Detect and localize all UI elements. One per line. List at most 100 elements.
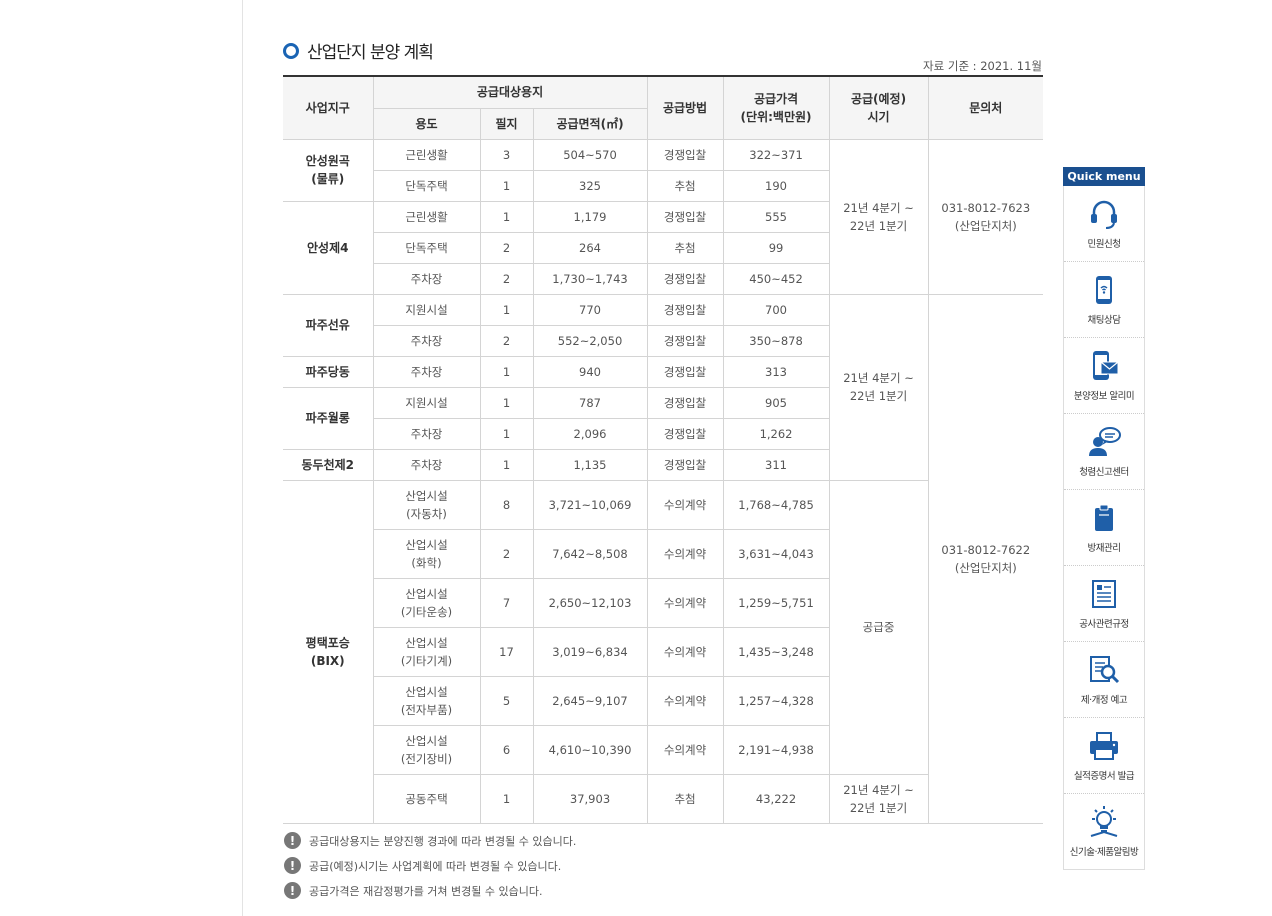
header-use: 용도 — [373, 107, 481, 140]
quick-item-chat[interactable]: 채팅상담 — [1064, 262, 1144, 338]
price-cell: 450~452 — [722, 262, 830, 295]
area-cell: 4,610~10,390 — [532, 724, 648, 775]
area-cell: 770 — [532, 293, 648, 326]
lots-cell: 1 — [479, 773, 534, 824]
area-cell: 504~570 — [532, 138, 648, 171]
lots-cell: 1 — [479, 200, 534, 233]
method-cell: 수의계약 — [646, 479, 724, 530]
lightbulb-icon — [1090, 806, 1118, 837]
price-cell: 43,222 — [722, 773, 830, 824]
method-cell: 경쟁입찰 — [646, 200, 724, 233]
quick-item-complaint[interactable]: 민원신청 — [1064, 186, 1144, 262]
method-cell: 수의계약 — [646, 626, 724, 677]
clipboard-icon — [1095, 504, 1113, 531]
use-cell: 산업시설 (전자부품) — [373, 675, 481, 726]
district-cell: 파주선유 — [283, 293, 374, 357]
circle-bullet-icon — [283, 42, 299, 59]
quick-item-label: 공사관련규정 — [1079, 619, 1129, 630]
period-cell: 21년 4분기 ~22년 1분기 — [828, 773, 929, 824]
lots-cell: 1 — [479, 386, 534, 419]
lots-cell: 8 — [479, 479, 534, 530]
header-target: 공급대상용지 — [372, 75, 648, 109]
method-cell: 수의계약 — [646, 528, 724, 579]
use-cell: 주차장 — [372, 448, 481, 481]
supply-plan-table: 사업지구 공급대상용지 공급방법 공급가격 (단위:백만원) 공급(예정) 시기 문… — [283, 75, 1044, 824]
quick-item-disaster[interactable]: 방재관리 — [1064, 490, 1144, 566]
method-cell: 경쟁입찰 — [646, 262, 724, 295]
method-cell: 경쟁입찰 — [646, 386, 724, 419]
area-cell: 7,642~8,508 — [532, 528, 648, 579]
header-price: 공급가격 (단위:백만원) — [722, 75, 830, 140]
use-cell: 주차장 — [372, 355, 481, 388]
method-cell: 경쟁입찰 — [646, 355, 724, 388]
quick-item-label: 제·개정 예고 — [1080, 695, 1128, 706]
use-cell: 지원시설 — [372, 293, 481, 326]
period-cell: 공급중 — [828, 479, 929, 775]
reference-date: 자료 기준 : 2021. 11월 — [923, 59, 1042, 73]
quick-item-label: 민원신청 — [1087, 239, 1121, 250]
use-cell: 근린생활 — [372, 138, 481, 171]
use-cell: 산업시설 (화학) — [373, 528, 481, 579]
lots-cell: 17 — [479, 626, 534, 677]
period-cell: 21년 4분기 ~22년 1분기 — [828, 293, 929, 481]
quick-item-label: 신기술·제품알림방 — [1069, 847, 1139, 858]
header-contact: 문의처 — [927, 75, 1044, 140]
lots-cell: 1 — [479, 448, 534, 481]
price-cell: 1,257~4,328 — [722, 675, 830, 726]
header-district: 사업지구 — [283, 75, 374, 140]
area-cell: 264 — [532, 231, 648, 264]
note-text: 공급(예정)시기는 사업계획에 따라 변경될 수 있습니다. — [309, 859, 562, 873]
use-cell: 지원시설 — [372, 386, 481, 419]
method-cell: 경쟁입찰 — [646, 417, 724, 450]
method-cell: 경쟁입찰 — [646, 324, 724, 357]
lots-cell: 2 — [479, 262, 534, 295]
district-cell: 파주당동 — [283, 355, 374, 388]
quick-item-integrity[interactable]: 청렴신고센터 — [1064, 414, 1144, 490]
note-item: ! 공급가격은 재감정평가를 거쳐 변경될 수 있습니다. — [284, 878, 576, 903]
mobile-mail-icon — [1093, 351, 1119, 380]
area-cell: 1,730~1,743 — [532, 262, 648, 295]
method-cell: 추첨 — [646, 169, 724, 202]
method-cell: 추첨 — [646, 231, 724, 264]
note-text: 공급가격은 재감정평가를 거쳐 변경될 수 있습니다. — [309, 884, 543, 898]
use-cell: 산업시설 (전기장비) — [373, 724, 481, 775]
lots-cell: 2 — [479, 231, 534, 264]
district-cell: 안성제4 — [283, 200, 374, 295]
area-cell: 37,903 — [532, 773, 648, 824]
district-cell: 파주월롱 — [283, 386, 374, 450]
lots-cell: 5 — [479, 675, 534, 726]
magnifier-doc-icon — [1090, 656, 1120, 684]
note-item: ! 공급(예정)시기는 사업계획에 따라 변경될 수 있습니다. — [284, 853, 576, 878]
table-row: 파주선유 지원시설 1 770 경쟁입찰 700 21년 4분기 ~22년 1분… — [283, 293, 1044, 824]
quick-item-certificate[interactable]: 실적증명서 발급 — [1064, 718, 1144, 794]
price-cell: 1,435~3,248 — [722, 626, 830, 677]
use-cell: 단독주택 — [373, 231, 481, 264]
price-cell: 322~371 — [722, 138, 830, 171]
note-item: ! 공급대상용지는 분양진행 경과에 따라 변경될 수 있습니다. — [284, 828, 576, 853]
method-cell: 수의계약 — [646, 577, 724, 628]
method-cell: 추첨 — [646, 773, 724, 824]
quick-item-sale-alert[interactable]: 분양정보 알리미 — [1064, 338, 1144, 414]
area-cell: 2,650~12,103 — [532, 577, 648, 628]
quick-item-label: 방재관리 — [1087, 543, 1121, 554]
lots-cell: 6 — [479, 724, 534, 775]
quick-item-new-tech[interactable]: 신기술·제품알림방 — [1064, 794, 1144, 869]
method-cell: 경쟁입찰 — [646, 138, 724, 171]
lots-cell: 7 — [479, 577, 534, 628]
quick-item-label: 청렴신고센터 — [1079, 467, 1129, 478]
quick-item-notice[interactable]: 제·개정 예고 — [1064, 642, 1144, 718]
district-cell: 평택포승 (BIX) — [283, 479, 374, 824]
price-cell: 905 — [722, 386, 830, 419]
printer-icon — [1090, 732, 1118, 760]
method-cell: 수의계약 — [646, 675, 724, 726]
use-cell: 근린생활 — [372, 200, 481, 233]
lots-cell: 1 — [479, 169, 534, 202]
quick-item-label: 채팅상담 — [1087, 315, 1121, 326]
quick-item-regulation[interactable]: 공사관련규정 — [1064, 566, 1144, 642]
lots-cell: 1 — [479, 293, 534, 326]
quick-item-label: 실적증명서 발급 — [1073, 771, 1135, 782]
lots-cell: 1 — [479, 417, 534, 450]
price-cell: 1,262 — [722, 417, 830, 450]
quick-menu: Quick menu 민원신청 채팅상담 분양정보 알리미 청렴신고센터 방재관… — [1063, 167, 1145, 870]
section-title: 산업단지 분양 계획 — [283, 38, 434, 63]
